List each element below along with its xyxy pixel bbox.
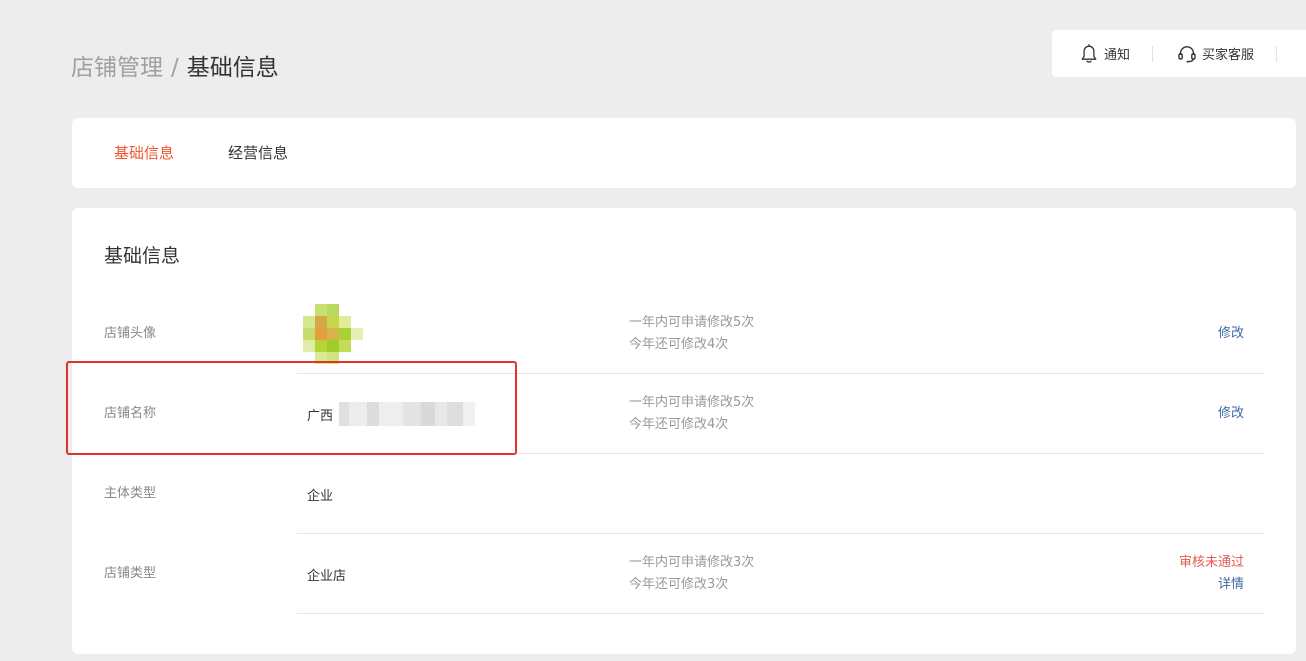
modify-limit: 一年内可申请修改5次 今年还可修改4次 [629, 294, 754, 374]
subject-type-value: 企业 [307, 488, 334, 504]
modify-limit: 一年内可申请修改3次 今年还可修改3次 [629, 534, 754, 614]
section-title: 基础信息 [104, 245, 181, 267]
row-shop-name: 店铺名称 广西 一年内可申请修改5次 今年还可修改4次 修改 [72, 374, 1296, 454]
row-value: 企业 [307, 454, 333, 534]
row-value [303, 294, 363, 374]
row-shop-avatar: 店铺头像 一年内可申请修改5次 今年还可修改4次 修改 [72, 294, 1296, 374]
shop-name-value: 广西 [307, 408, 334, 424]
row-divider [297, 613, 1264, 614]
breadcrumb-separator: / [171, 55, 179, 81]
details-link[interactable]: 详情 [1218, 574, 1244, 596]
modify-limit-yearly: 一年内可申请修改3次 [629, 555, 755, 570]
shop-type-value: 企业店 [307, 568, 347, 584]
modify-limit-yearly: 一年内可申请修改5次 [629, 315, 755, 330]
shop-name-blurred [339, 402, 476, 426]
tab-basic-info[interactable]: 基础信息 [114, 118, 174, 188]
headset-icon [1178, 45, 1196, 63]
basic-info-card: 基础信息 店铺头像 一年内可申请修改5次 今年还可修改4次 修改 店铺名称 广西… [72, 208, 1296, 654]
bell-icon [1081, 43, 1097, 63]
modify-limit-yearly: 一年内可申请修改5次 [629, 395, 755, 410]
modify-limit: 一年内可申请修改5次 今年还可修改4次 [629, 374, 754, 454]
modify-limit-remaining: 今年还可修改3次 [629, 577, 729, 592]
modify-limit-remaining: 今年还可修改4次 [629, 337, 729, 352]
modify-avatar-link[interactable]: 修改 [1218, 323, 1244, 345]
page-title: 基础信息 [186, 55, 279, 81]
tab-bar: 基础信息 经营信息 [72, 118, 1296, 188]
review-status: 审核未通过 [1178, 555, 1244, 570]
toolbar-divider [1276, 45, 1278, 62]
row-action: 修改 [1218, 294, 1244, 374]
breadcrumb: 店铺管理 / 基础信息 [71, 52, 279, 84]
buyer-service-label: 买家客服 [1202, 48, 1255, 63]
row-value: 广西 [307, 374, 476, 454]
row-action: 修改 [1218, 374, 1244, 454]
shop-avatar [303, 304, 363, 364]
row-shop-type: 店铺类型 企业店 一年内可申请修改3次 今年还可修改3次 审核未通过 详情 [72, 534, 1296, 614]
row-label: 店铺名称 [104, 406, 157, 421]
row-action: 审核未通过 详情 [1179, 534, 1244, 614]
row-label: 店铺类型 [104, 566, 157, 581]
notify-button[interactable]: 通知 [1052, 30, 1152, 77]
breadcrumb-parent[interactable]: 店铺管理 [71, 55, 163, 81]
row-label: 主体类型 [104, 486, 157, 501]
notify-label: 通知 [1104, 48, 1131, 63]
buyer-service-button[interactable]: 买家客服 [1153, 30, 1276, 77]
page: 店铺管理 / 基础信息 通知 买家客服 基础信息 经营信息 基础信息 店铺头像 … [0, 0, 1306, 661]
row-subject-type: 主体类型 企业 [72, 454, 1296, 534]
row-label: 店铺头像 [104, 326, 157, 341]
modify-limit-remaining: 今年还可修改4次 [629, 417, 729, 432]
modify-shop-name-link[interactable]: 修改 [1218, 403, 1244, 425]
tab-business-info[interactable]: 经营信息 [228, 118, 288, 188]
top-toolbar: 通知 买家客服 [1052, 30, 1306, 77]
row-value: 企业店 [307, 534, 346, 614]
